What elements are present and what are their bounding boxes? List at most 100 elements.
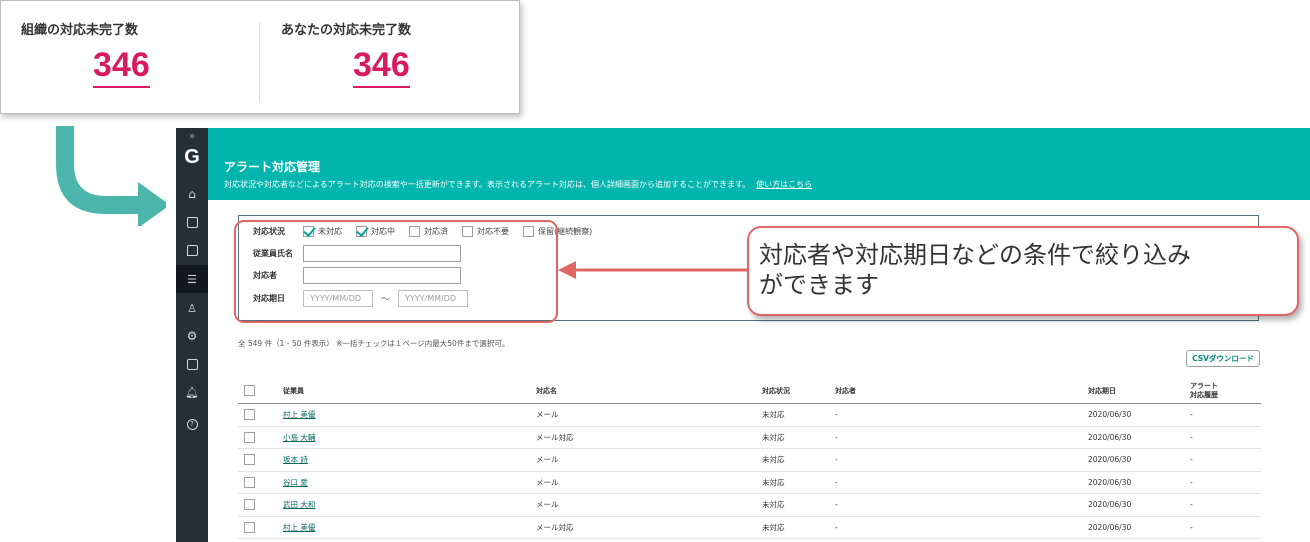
page-header: アラート対応管理 対応状況や対応者などによるアラート対応の検索や一括更新ができま…: [208, 128, 1310, 200]
row-select-cell: [244, 472, 259, 494]
callout-box: 対応者や対応期日などの条件で絞り込み ができます: [747, 226, 1299, 316]
bell-icon[interactable]: 🔔︎: [176, 378, 208, 406]
page-title: アラート対応管理: [224, 160, 321, 174]
alert-name: メール: [536, 455, 559, 465]
employee-link[interactable]: 小島 大輔: [283, 427, 315, 449]
org-icon[interactable]: [176, 350, 208, 378]
alert-due-date: 2020/06/30: [1088, 455, 1132, 465]
header-due[interactable]: 対応期日: [1088, 378, 1116, 403]
your-summary-value[interactable]: 346: [353, 44, 410, 88]
your-summary-label: あなたの対応未完了数: [281, 23, 412, 38]
alert-due-date: 2020/06/30: [1088, 522, 1132, 532]
help-icon[interactable]: ?: [176, 410, 208, 438]
page-description-text: 対応状況や対応者などによるアラート対応の検索や一括更新ができます。表示されるアラ…: [224, 180, 751, 189]
page-description: 対応状況や対応者などによるアラート対応の検索や一括更新ができます。表示されるアラ…: [224, 179, 812, 190]
callout-text-line1: 対応者や対応期日などの条件で絞り込み: [759, 241, 1191, 269]
help-link[interactable]: 使い方はこちら: [756, 180, 812, 189]
header-assignee[interactable]: 対応者: [835, 378, 856, 403]
row-checkbox[interactable]: [244, 499, 255, 511]
alert-status: 未対応: [762, 432, 785, 442]
row-checkbox[interactable]: [244, 521, 255, 533]
flow-arrow-icon: [56, 126, 166, 226]
alert-history: -: [1190, 522, 1193, 532]
alert-name: メール: [536, 500, 559, 510]
employee-link-text[interactable]: 村上 美優: [283, 522, 315, 533]
alert-status: 未対応: [762, 477, 785, 487]
settings-icon[interactable]: ⚙: [176, 322, 208, 350]
csv-download-button[interactable]: CSVダウンロード: [1186, 350, 1260, 367]
table-row: 武田 大和 メール 未対応 - 2020/06/30 -: [238, 494, 1261, 517]
alert-assignee: -: [835, 500, 838, 510]
alert-history: -: [1190, 410, 1193, 420]
employee-link[interactable]: 武田 大和: [283, 494, 315, 516]
row-checkbox[interactable]: [244, 476, 255, 488]
alert-assignee: -: [835, 410, 838, 420]
header-employee[interactable]: 従業員: [283, 378, 304, 403]
alert-name: メール対応: [536, 432, 574, 442]
alert-status: 未対応: [762, 410, 785, 420]
callout-text-line2: ができます: [759, 271, 879, 299]
alert-name: メール対応: [536, 522, 574, 532]
employee-link-text[interactable]: 小島 大輔: [283, 432, 315, 443]
people-icon[interactable]: ♙: [176, 294, 208, 322]
home-icon[interactable]: ⌂: [176, 180, 208, 208]
alert-list-icon[interactable]: ☰: [176, 265, 208, 293]
employee-link-text[interactable]: 坂本 詩: [283, 454, 308, 465]
sidebar: » G ⌂ ☰ ♙ ⚙ 🔔︎ ?: [176, 128, 208, 542]
employee-link[interactable]: 谷口 愛: [283, 472, 308, 494]
chat-icon[interactable]: [176, 236, 208, 264]
row-checkbox[interactable]: [244, 431, 255, 443]
select-all-cell: [244, 378, 259, 403]
employee-link-text[interactable]: 武田 大和: [283, 499, 315, 510]
alert-history: -: [1190, 432, 1193, 442]
summary-divider: [259, 23, 260, 101]
table-body: 村上 美優 メール 未対応 -2020/06/30- 小島 大輔 メール対応 未対応 -202…: [238, 404, 1261, 539]
result-count: 全 549 件（1 - 50 件表示） ※一括チェックは１ページ内最大50件まで…: [238, 339, 510, 348]
alert-assignee: -: [835, 432, 838, 442]
sidebar-expand-icon[interactable]: »: [176, 128, 208, 144]
your-summary: あなたの対応未完了数 346: [281, 19, 521, 88]
app-window: » G ⌂ ☰ ♙ ⚙ 🔔︎ ? アラート対応管理 対応状況や対応者などによるア…: [176, 128, 1310, 542]
header-name[interactable]: 対応名: [536, 378, 557, 403]
header-history-line1: アラート: [1190, 381, 1218, 390]
employee-link[interactable]: 村上 美優: [283, 517, 315, 539]
header-status[interactable]: 対応状況: [762, 378, 790, 403]
table-header: 従業員 対応名 対応状況 対応者 対応期日 アラート 対応履歴: [238, 378, 1261, 404]
employee-link-text[interactable]: 谷口 愛: [283, 477, 308, 488]
alert-due-date: 2020/06/30: [1088, 432, 1132, 442]
employee-link-text[interactable]: 村上 美優: [283, 409, 315, 420]
org-summary-value[interactable]: 346: [93, 44, 150, 88]
summary-card: 組織の対応未完了数 346 あなたの対応未完了数 346: [0, 0, 520, 114]
header-history: アラート 対応履歴: [1190, 378, 1218, 403]
alert-status: 未対応: [762, 500, 785, 510]
employee-link[interactable]: 村上 美優: [283, 404, 315, 426]
table-row: 小島 大輔 メール対応 未対応 - 2020/06/30 -: [238, 427, 1261, 449]
alert-due-date: 2020/06/30: [1088, 500, 1132, 510]
alert-status: 未対応: [762, 522, 785, 532]
logo-icon[interactable]: G: [176, 144, 208, 170]
alert-status: 未対応: [762, 455, 785, 465]
callout-arrow-icon: [558, 261, 748, 279]
row-select-cell: [244, 449, 259, 471]
row-select-cell: [244, 517, 259, 539]
alert-table: 従業員 対応名 対応状況 対応者 対応期日 アラート 対応履歴 村上 美優 メール未…: [238, 378, 1261, 539]
table-row: 谷口 愛 メール 未対応 - 2020/06/30 -: [238, 472, 1261, 494]
alert-due-date: 2020/06/30: [1088, 410, 1132, 420]
row-select-cell: [244, 427, 259, 449]
row-checkbox[interactable]: [244, 454, 255, 466]
alert-assignee: -: [835, 477, 838, 487]
row-select-cell: [244, 494, 259, 516]
alert-history: -: [1190, 477, 1193, 487]
alert-name: メール: [536, 477, 559, 487]
alert-assignee: -: [835, 522, 838, 532]
employee-link[interactable]: 坂本 詩: [283, 449, 308, 471]
document-icon[interactable]: [176, 208, 208, 236]
alert-history: -: [1190, 500, 1193, 510]
table-row: 坂本 詩 メール 未対応 - 2020/06/30 -: [238, 449, 1261, 472]
row-checkbox[interactable]: [244, 409, 255, 421]
alert-name: メール: [536, 410, 559, 420]
select-all-checkbox[interactable]: [244, 385, 255, 396]
row-select-cell: [244, 404, 259, 426]
alert-due-date: 2020/06/30: [1088, 477, 1132, 487]
org-summary: 組織の対応未完了数 346: [21, 19, 261, 88]
